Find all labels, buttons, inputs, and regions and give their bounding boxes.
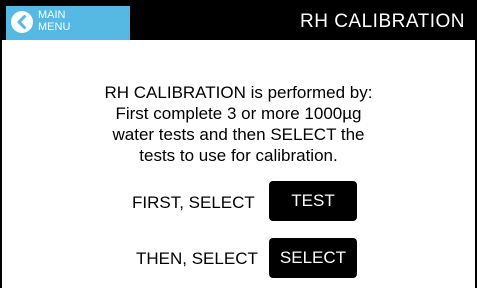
back-arrow-circle-icon (11, 11, 33, 33)
main-menu-button[interactable]: MAIN MENU (6, 6, 130, 40)
calibration-instructions: RH CALIBRATION is performed by: First co… (104, 83, 373, 165)
test-button[interactable]: TEST (269, 181, 357, 221)
main-menu-label: MAIN MENU (38, 9, 71, 33)
select-button[interactable]: SELECT (269, 238, 357, 278)
first-select-label: FIRST, SELECT (132, 193, 255, 212)
then-select-label: THEN, SELECT (136, 249, 258, 268)
page-title: RH CALIBRATION (299, 11, 465, 32)
